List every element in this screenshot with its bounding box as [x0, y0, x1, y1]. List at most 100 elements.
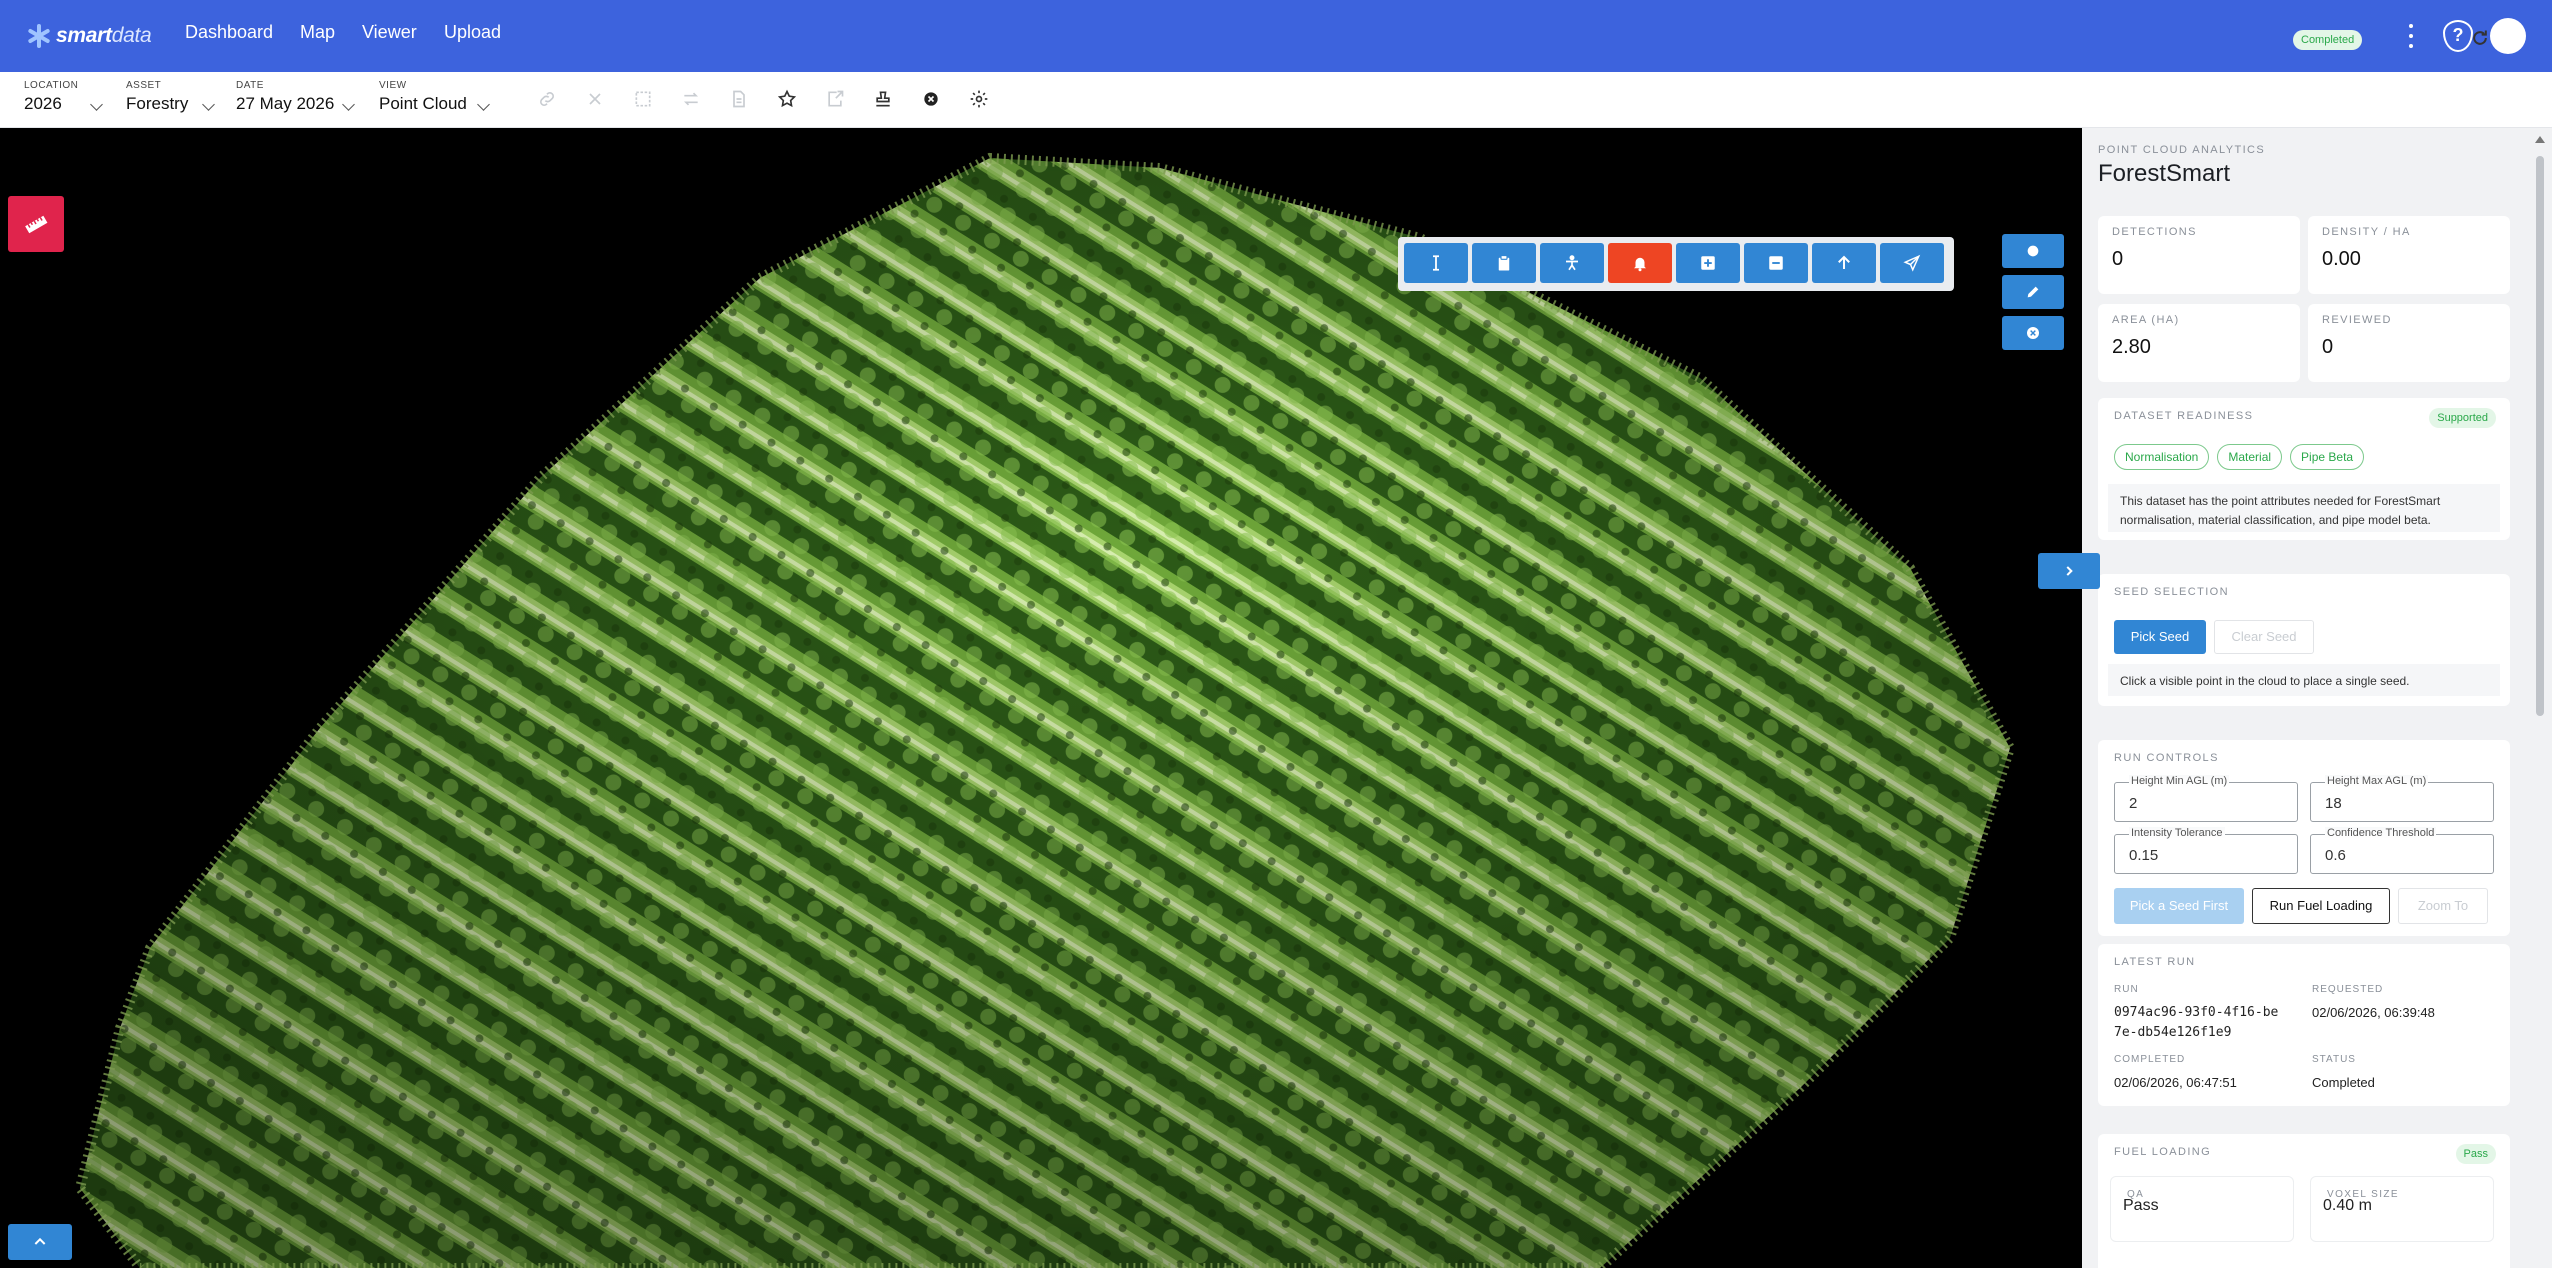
nav-link-upload[interactable]: Upload [444, 22, 501, 43]
document-icon[interactable] [726, 86, 752, 112]
export-icon[interactable] [822, 86, 848, 112]
stat-area: AREA (HA) 2.80 [2098, 304, 2300, 382]
field-value: 0.6 [2325, 847, 2346, 864]
fuel-loading-card: FUEL LOADING Pass QA Pass VOXEL SIZE 0.4… [2098, 1134, 2510, 1268]
link-icon[interactable] [534, 86, 560, 112]
smartdata-logo[interactable]: smartdata [26, 20, 152, 52]
panel-kicker: POINT CLOUD ANALYTICS [2098, 144, 2266, 156]
star-icon[interactable] [774, 86, 800, 112]
chevron-right-icon [2066, 566, 2073, 576]
status-value: Completed [2312, 1075, 2375, 1090]
intensity-tolerance-field[interactable]: Intensity Tolerance 0.15 [2114, 827, 2298, 874]
height-tool-button[interactable] [1404, 243, 1468, 283]
field-value: 18 [2325, 795, 2342, 812]
field-label: Confidence Threshold [2325, 827, 2437, 839]
remove-region-button[interactable] [1744, 243, 1808, 283]
floating-analysis-toolbar [1398, 237, 1954, 291]
point-cloud-viewer[interactable] [0, 128, 2082, 1268]
user-avatar[interactable] [2490, 18, 2526, 54]
height-max-field[interactable]: Height Max AGL (m) 18 [2310, 775, 2494, 822]
edit-button[interactable] [2002, 275, 2064, 309]
scrollbar-thumb[interactable] [2536, 156, 2544, 716]
toggle-side-panel-button[interactable] [2038, 553, 2100, 589]
zoom-to-button[interactable]: Zoom To [2398, 888, 2488, 924]
clipboard-button[interactable] [1472, 243, 1536, 283]
clear-seed-button[interactable]: Clear Seed [2214, 620, 2314, 654]
logo-wordmark: smartdata [56, 24, 152, 47]
dataset-readiness-card: DATASET READINESS Supported Normalisatio… [2098, 398, 2510, 540]
stat-density: DENSITY / HA 0.00 [2308, 216, 2510, 294]
context-toolbar: LOCATION 2026 ASSET Forestry DATE 27 May… [0, 72, 2552, 128]
minus-square-icon [1769, 256, 1783, 270]
forest-point-cloud[interactable] [0, 128, 2082, 1268]
more-options-icon[interactable] [2405, 20, 2417, 52]
stamp-icon[interactable] [870, 86, 896, 112]
latest-run-card: LATEST RUN RUN 0974ac96-93f0-4f16-be7e-d… [2098, 944, 2510, 1106]
info-button[interactable] [2002, 234, 2064, 268]
cancel-circle-icon[interactable] [918, 86, 944, 112]
section-title: LATEST RUN [2114, 956, 2196, 968]
plus-square-icon [1701, 256, 1715, 270]
date-label: DATE [236, 80, 264, 91]
expand-bottom-panel-button[interactable] [8, 1224, 72, 1260]
height-min-field[interactable]: Height Min AGL (m) 2 [2114, 775, 2298, 822]
close-icon[interactable] [582, 86, 608, 112]
move-up-button[interactable] [1812, 243, 1876, 283]
section-title: RUN CONTROLS [2114, 752, 2219, 764]
help-icon[interactable]: ? [2443, 20, 2473, 52]
swap-icon[interactable] [678, 86, 704, 112]
run-label: RUN [2114, 984, 2139, 995]
top-navigation-bar: smartdata Dashboard Map Viewer Upload ? [0, 0, 2552, 72]
section-title: SEED SELECTION [2114, 586, 2229, 598]
chip-normalisation: Normalisation [2114, 444, 2210, 470]
cancel-button[interactable] [2002, 316, 2064, 350]
arrow-up-icon [1838, 255, 1850, 269]
run-controls-card: RUN CONTROLS Height Min AGL (m) 2 Height… [2098, 740, 2510, 936]
stat-label: AREA (HA) [2112, 314, 2180, 326]
panel-scrollbar[interactable] [2528, 128, 2552, 1268]
date-selector[interactable]: DATE 27 May 2026 [236, 80, 356, 120]
send-button[interactable] [1880, 243, 1944, 283]
person-icon [1566, 255, 1578, 271]
run-fuel-loading-button[interactable]: Run Fuel Loading [2252, 888, 2390, 924]
person-button[interactable] [1540, 243, 1604, 283]
refresh-icon[interactable] [2470, 28, 2490, 48]
confidence-threshold-field[interactable]: Confidence Threshold 0.6 [2310, 827, 2494, 874]
view-selector[interactable]: VIEW Point Cloud [379, 80, 499, 120]
requested-label: REQUESTED [2312, 984, 2384, 995]
nav-link-map[interactable]: Map [300, 22, 335, 43]
completed-value: 02/06/2026, 06:47:51 [2114, 1075, 2237, 1090]
add-region-button[interactable] [1676, 243, 1740, 283]
stat-detections: DETECTIONS 0 [2098, 216, 2300, 294]
run-value: 0974ac96-93f0-4f16-be7e-db54e126f1e9 [2114, 1005, 2279, 1040]
crop-icon[interactable] [630, 86, 656, 112]
measure-tool-button[interactable] [8, 196, 64, 252]
panel-header: POINT CLOUD ANALYTICS ForestSmart [2098, 144, 2265, 188]
nav-link-dashboard[interactable]: Dashboard [185, 22, 273, 43]
stat-reviewed: REVIEWED 0 [2308, 304, 2510, 382]
seed-selection-card: SEED SELECTION Pick Seed Clear Seed Clic… [2098, 574, 2510, 706]
panel-status-badge: Completed [2293, 30, 2363, 50]
run-id: RUN 0974ac96-93f0-4f16-be7e-db54e126f1e9 [2114, 984, 2284, 1043]
height-tool-icon [1433, 255, 1439, 271]
alert-button[interactable] [1608, 243, 1672, 283]
qa-value: Pass [2123, 1197, 2159, 1214]
run-status: STATUS Completed [2312, 1054, 2502, 1093]
voxel-size-tile: VOXEL SIZE 0.40 m [2310, 1176, 2494, 1242]
asset-selector[interactable]: ASSET Forestry [126, 80, 216, 120]
voxel-size-label: VOXEL SIZE [2327, 1189, 2399, 1200]
requested-value: 02/06/2026, 06:39:48 [2312, 1005, 2435, 1020]
settings-icon[interactable] [966, 86, 992, 112]
location-selector[interactable]: LOCATION 2026 [24, 80, 104, 120]
nav-link-viewer[interactable]: Viewer [362, 22, 417, 43]
logo-mark-icon [26, 23, 52, 49]
pick-seed-button[interactable]: Pick Seed [2114, 620, 2206, 654]
dot-circle-icon [2027, 245, 2039, 257]
view-label: VIEW [379, 80, 407, 91]
pick-seed-first-button[interactable]: Pick a Seed First [2114, 888, 2244, 924]
readiness-badge: Supported [2429, 408, 2496, 428]
stat-value: 0 [2322, 336, 2334, 358]
stat-label: DENSITY / HA [2322, 226, 2411, 238]
field-value: 2 [2129, 795, 2138, 812]
scroll-up-icon[interactable] [2535, 136, 2545, 143]
